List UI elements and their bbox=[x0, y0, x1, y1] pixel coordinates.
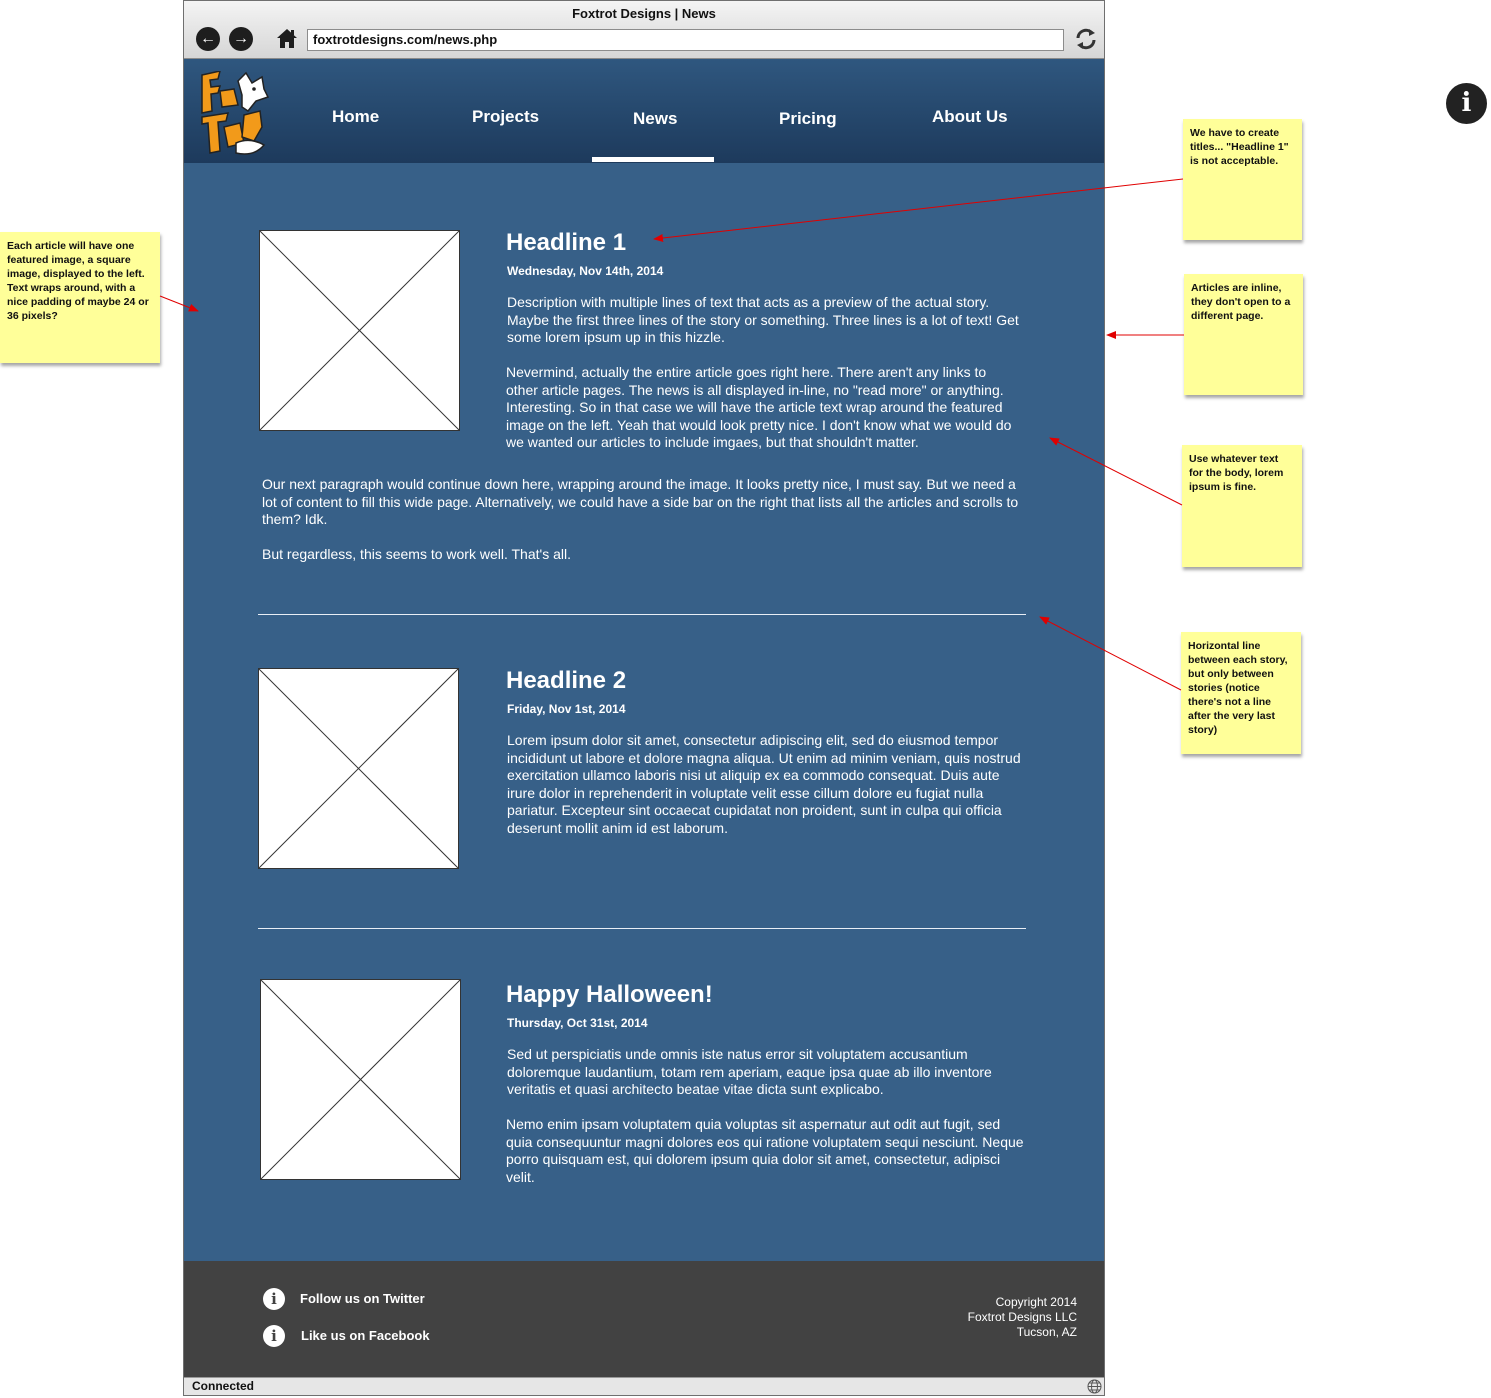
back-arrow-icon[interactable]: ← bbox=[196, 27, 220, 51]
nav-news[interactable]: News bbox=[633, 109, 677, 129]
article-image-placeholder bbox=[260, 979, 461, 1180]
article-paragraph: Nevermind, actually the entire article g… bbox=[506, 364, 1012, 451]
article-paragraph: Our next paragraph would continue down h… bbox=[262, 476, 1019, 528]
article-paragraph: Description with multiple lines of text … bbox=[507, 294, 1019, 346]
site-header: Home Projects News Pricing About Us bbox=[184, 59, 1104, 163]
nav-about-us[interactable]: About Us bbox=[932, 107, 1008, 127]
article-headline: Headline 2 bbox=[506, 667, 627, 694]
forward-arrow-icon[interactable]: → bbox=[229, 27, 253, 51]
nav-home[interactable]: Home bbox=[332, 107, 379, 127]
article-paragraph: Nemo enim ipsam voluptatem quia voluptas… bbox=[506, 1116, 1024, 1185]
site-footer: i Follow us on Twitter i Like us on Face… bbox=[184, 1261, 1104, 1377]
window-title: Foxtrot Designs | News bbox=[572, 6, 716, 21]
info-icon: i bbox=[263, 1325, 285, 1347]
sticky-note: We have to create titles... "Headline 1"… bbox=[1183, 119, 1302, 240]
article-image-placeholder bbox=[258, 668, 459, 869]
browser-window: Foxtrot Designs | News ← → foxtrotdesign… bbox=[183, 0, 1105, 1396]
article-date: Friday, Nov 1st, 2014 bbox=[507, 702, 626, 716]
sticky-note: Horizontal line between each story, but … bbox=[1181, 632, 1301, 754]
article-divider bbox=[258, 928, 1026, 929]
nav-projects[interactable]: Projects bbox=[472, 107, 539, 127]
refresh-icon[interactable] bbox=[1074, 27, 1098, 51]
copyright-text: Copyright 2014 Foxtrot Designs LLC Tucson,… bbox=[967, 1295, 1077, 1339]
active-tab-indicator bbox=[592, 157, 714, 162]
status-text: Connected bbox=[192, 1379, 255, 1393]
article-date: Thursday, Oct 31st, 2014 bbox=[507, 1016, 648, 1030]
sticky-note: Use whatever text for the body, lorem ip… bbox=[1182, 445, 1302, 567]
article-headline: Happy Halloween! bbox=[506, 981, 713, 1008]
status-bar: Connected bbox=[184, 1377, 1104, 1395]
article-paragraph: But regardless, this seems to work well.… bbox=[262, 546, 571, 562]
article-date: Wednesday, Nov 14th, 2014 bbox=[507, 264, 664, 278]
article-paragraph: Sed ut perspiciatis unde omnis iste natu… bbox=[507, 1046, 992, 1098]
facebook-link[interactable]: Like us on Facebook bbox=[301, 1328, 430, 1343]
info-icon: i bbox=[263, 1288, 285, 1310]
info-icon[interactable]: i bbox=[1446, 83, 1487, 124]
sticky-note: Articles are inline, they don't open to … bbox=[1184, 274, 1303, 395]
sticky-note: Each article will have one featured imag… bbox=[0, 232, 160, 363]
web-page: Home Projects News Pricing About Us Head… bbox=[184, 59, 1104, 1377]
home-icon[interactable] bbox=[276, 27, 298, 49]
article-paragraph: Lorem ipsum dolor sit amet, consectetur … bbox=[507, 732, 1021, 836]
url-input[interactable]: foxtrotdesigns.com/news.php bbox=[307, 29, 1064, 51]
globe-icon bbox=[1087, 1379, 1102, 1394]
foxtrot-logo[interactable] bbox=[198, 71, 274, 157]
twitter-link[interactable]: Follow us on Twitter bbox=[300, 1291, 425, 1306]
article-image-placeholder bbox=[259, 230, 460, 431]
article-headline: Headline 1 bbox=[506, 229, 627, 256]
nav-pricing[interactable]: Pricing bbox=[779, 109, 837, 129]
browser-titlebar: Foxtrot Designs | News ← → foxtrotdesign… bbox=[184, 1, 1104, 59]
article-divider bbox=[258, 614, 1026, 615]
